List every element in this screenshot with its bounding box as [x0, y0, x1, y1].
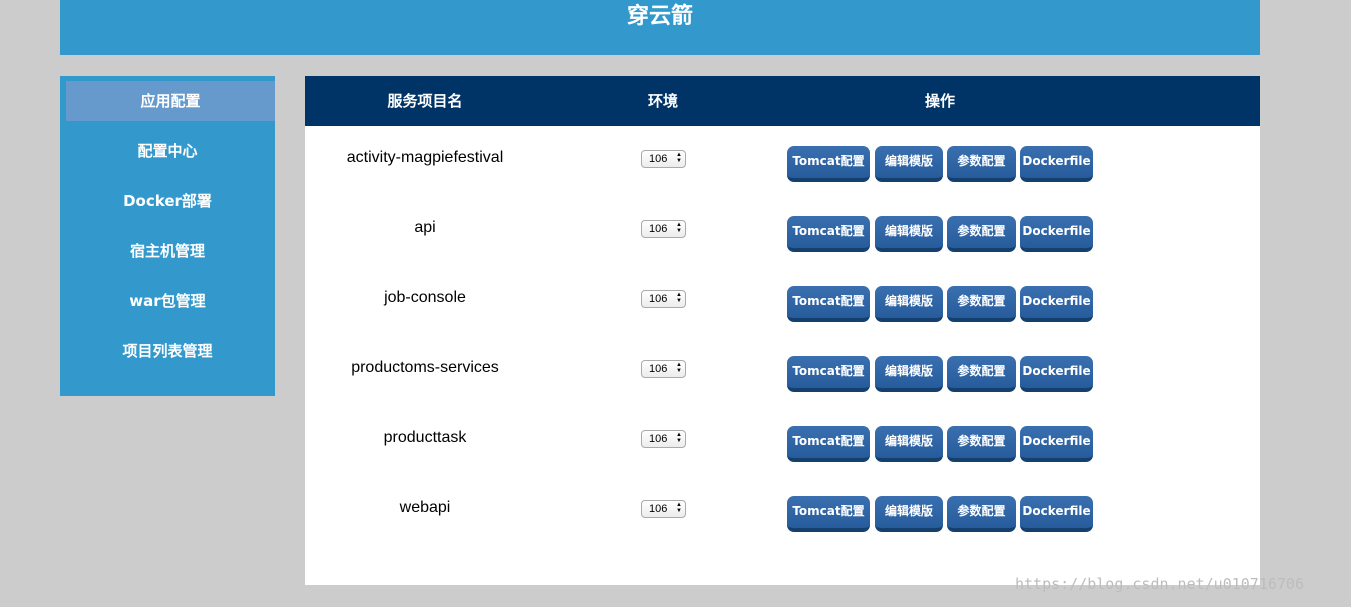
sidebar-item-config-center[interactable]: 配置中心 — [60, 131, 275, 171]
service-name-cell: api — [414, 219, 436, 236]
dockerfile-button[interactable]: Dockerfile — [1020, 216, 1093, 252]
sidebar-item-docker-deploy[interactable]: Docker部署 — [60, 181, 275, 221]
tomcat-config-button[interactable]: Tomcat配置 — [787, 426, 870, 462]
environment-select[interactable]: 106 ▲ ▼ — [641, 150, 686, 168]
service-name-cell: producttask — [383, 429, 467, 446]
tomcat-config-button[interactable]: Tomcat配置 — [787, 216, 870, 252]
select-arrows-icon: ▲ ▼ — [676, 152, 682, 164]
column-header-environment: 环境 — [647, 92, 678, 110]
dockerfile-button[interactable]: Dockerfile — [1020, 356, 1093, 392]
main-panel: 服务项目名 环境 操作 activity-magpiefestival 106 ▲ ▼… — [305, 76, 1260, 585]
edit-template-button[interactable]: 编辑模版 — [875, 216, 943, 252]
environment-select[interactable]: 106 ▲ ▼ — [641, 430, 686, 448]
dockerfile-button[interactable]: Dockerfile — [1020, 426, 1093, 462]
tomcat-config-button[interactable]: Tomcat配置 — [787, 146, 870, 182]
service-name-cell: activity-magpiefestival — [346, 149, 504, 166]
param-config-button[interactable]: 参数配置 — [947, 216, 1016, 252]
sidebar: 应用配置 配置中心 Docker部署 宿主机管理 war包管理 项目列表管理 — [60, 76, 275, 396]
select-arrows-icon: ▲ ▼ — [676, 502, 682, 514]
edit-template-button[interactable]: 编辑模版 — [875, 496, 943, 532]
tomcat-config-button[interactable]: Tomcat配置 — [787, 286, 870, 322]
param-config-button[interactable]: 参数配置 — [947, 426, 1016, 462]
table-row: activity-magpiefestival 106 ▲ ▼ Tomcat配置 编辑模版… — [305, 136, 1260, 206]
environment-select-value: 106 — [649, 363, 668, 375]
table-row: job-console 106 ▲ ▼ Tomcat配置 编辑模版 参数配置 Dockerfi… — [305, 276, 1260, 346]
app-header: 穿云箭 — [60, 0, 1260, 55]
app-title: 穿云箭 — [626, 4, 693, 29]
environment-select-value: 106 — [649, 293, 668, 305]
table-row: webapi 106 ▲ ▼ Tomcat配置 编辑模版 参数配置 Dockerfile — [305, 486, 1260, 556]
dockerfile-button[interactable]: Dockerfile — [1020, 286, 1093, 322]
watermark: https://blog.csdn.net/u010716706 — [1015, 575, 1304, 593]
environment-select[interactable]: 106 ▲ ▼ — [641, 290, 686, 308]
select-arrows-icon: ▲ ▼ — [676, 222, 682, 234]
service-name-cell: job-console — [384, 289, 466, 306]
param-config-button[interactable]: 参数配置 — [947, 146, 1016, 182]
tomcat-config-button[interactable]: Tomcat配置 — [787, 356, 870, 392]
tomcat-config-button[interactable]: Tomcat配置 — [787, 496, 870, 532]
dockerfile-button[interactable]: Dockerfile — [1020, 496, 1093, 532]
select-arrows-icon: ▲ ▼ — [676, 292, 682, 304]
table-header: 服务项目名 环境 操作 — [305, 76, 1260, 126]
service-name-cell: productoms-services — [351, 359, 499, 376]
table-row: productoms-services 106 ▲ ▼ Tomcat配置 编辑模版 参数配置… — [305, 346, 1260, 416]
param-config-button[interactable]: 参数配置 — [947, 356, 1016, 392]
edit-template-button[interactable]: 编辑模版 — [875, 146, 943, 182]
environment-select[interactable]: 106 ▲ ▼ — [641, 360, 686, 378]
environment-select[interactable]: 106 ▲ ▼ — [641, 220, 686, 238]
table-row: api 106 ▲ ▼ Tomcat配置 编辑模版 参数配置 Dockerfile — [305, 206, 1260, 276]
select-arrows-icon: ▲ ▼ — [676, 362, 682, 374]
service-name-cell: webapi — [399, 499, 451, 516]
param-config-button[interactable]: 参数配置 — [947, 496, 1016, 532]
select-arrows-icon: ▲ ▼ — [676, 432, 682, 444]
dockerfile-button[interactable]: Dockerfile — [1020, 146, 1093, 182]
environment-select[interactable]: 106 ▲ ▼ — [641, 500, 686, 518]
edit-template-button[interactable]: 编辑模版 — [875, 426, 943, 462]
edit-template-button[interactable]: 编辑模版 — [875, 356, 943, 392]
table-row: producttask 106 ▲ ▼ Tomcat配置 编辑模版 参数配置 Dockerfi… — [305, 416, 1260, 486]
param-config-button[interactable]: 参数配置 — [947, 286, 1016, 322]
environment-select-value: 106 — [649, 223, 668, 235]
sidebar-item-project-list[interactable]: 项目列表管理 — [60, 331, 275, 371]
sidebar-item-host-management[interactable]: 宿主机管理 — [60, 231, 275, 271]
column-header-actions: 操作 — [924, 92, 955, 110]
edit-template-button[interactable]: 编辑模版 — [875, 286, 943, 322]
column-header-service-name: 服务项目名 — [387, 92, 463, 110]
sidebar-item-war-management[interactable]: war包管理 — [60, 281, 275, 321]
environment-select-value: 106 — [649, 153, 668, 165]
environment-select-value: 106 — [649, 503, 668, 515]
environment-select-value: 106 — [649, 433, 668, 445]
sidebar-item-app-config[interactable]: 应用配置 — [66, 81, 275, 121]
